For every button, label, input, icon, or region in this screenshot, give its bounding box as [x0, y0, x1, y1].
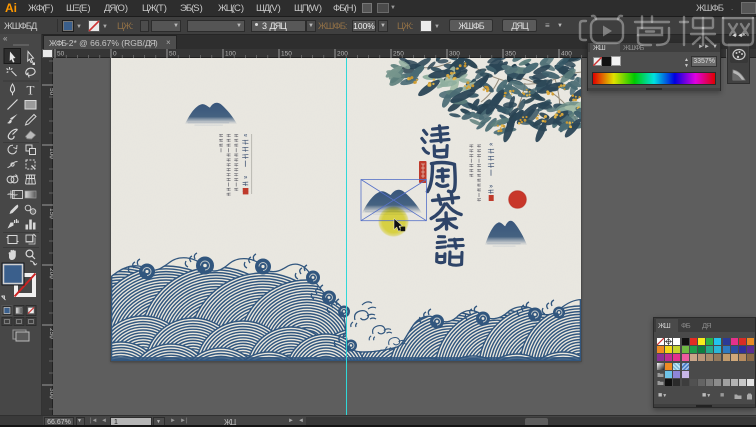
svg-text:»: »: [489, 183, 493, 190]
svg-text:50: 50: [57, 51, 65, 58]
svg-text:«: «: [244, 132, 248, 139]
svg-text:»: »: [244, 174, 248, 181]
svg-text:T: T: [27, 83, 35, 98]
svg-text:50: 50: [169, 51, 177, 58]
svg-text:0: 0: [113, 51, 117, 58]
svg-text:«: «: [489, 141, 493, 148]
